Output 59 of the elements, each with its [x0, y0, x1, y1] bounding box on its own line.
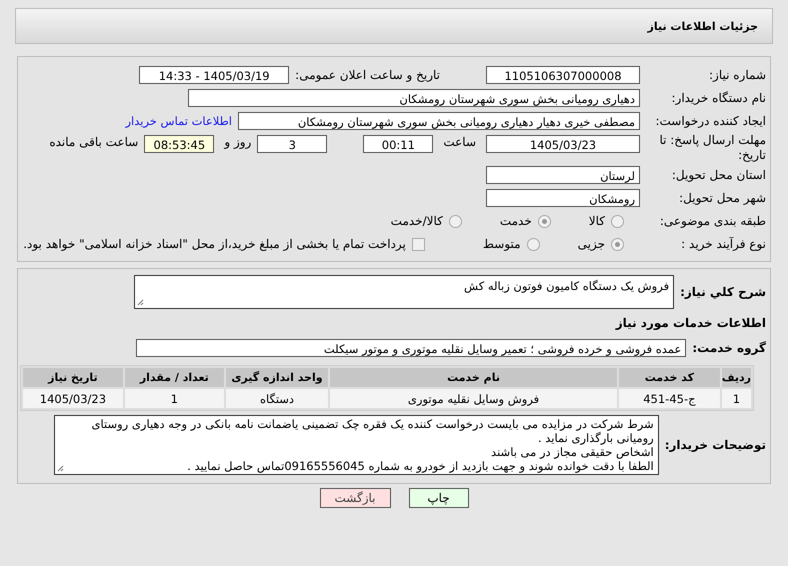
table-cell: 1 [722, 389, 751, 408]
table-cell: 1 [124, 389, 224, 408]
print-button[interactable]: چاپ [408, 488, 468, 508]
radio-label: کالا/خدمت [390, 214, 443, 228]
table-cell: فروش وسایل نقلیه موتوری [330, 389, 617, 408]
radio-label: جزیی [578, 237, 605, 251]
buyer-field: دهیاری رومیانی بخش سوری شهرستان رومشکان [188, 89, 640, 107]
column-header: ردیف [722, 368, 751, 387]
remaining-label: ساعت باقی مانده [49, 135, 138, 149]
requester-field: مصطفی خیری دهیار دهیاری رومیانی بخش سوری شهرستان رومشکان [238, 112, 640, 130]
field-label: شهر محل تحویل: [678, 191, 766, 205]
province-field: لرستان [486, 166, 640, 184]
deadline-date-field: 1405/03/23 [486, 135, 640, 153]
field-label: مهلت ارسال پاسخ: تا تاریخ: [658, 133, 766, 163]
back-button[interactable]: بازگشت [320, 488, 390, 508]
radio-button[interactable] [526, 238, 540, 250]
column-header: تعداد / مقدار [124, 368, 224, 387]
table-cell: 1405/03/23 [23, 389, 123, 408]
announce-date-field: 1405/03/19 - 14:33 [139, 66, 290, 84]
radio-label: متوسط [482, 237, 521, 251]
days-label: روز و [224, 135, 252, 149]
resize-grip-icon[interactable] [137, 299, 144, 306]
need-number-field: 1105106307000008 [486, 66, 640, 84]
radio-label: کالا [588, 214, 605, 228]
column-header: واحد اندازه گیری [226, 368, 328, 387]
remaining-time-field: 08:53:45 [144, 135, 214, 153]
field-label: تاریخ و ساعت اعلان عمومی: [295, 68, 440, 82]
field-label: استان محل تحویل: [670, 168, 766, 182]
field-label: ایجاد کننده درخواست: [654, 114, 766, 128]
buyer-notes-field: شرط شرکت در مزایده می بایست درخواست کننده یک فقره چک تضمینی یاضمانت نامه بانکی در وجه دهیاری روستای رومیانی بارگذاری نماید . اشخاص حقیقی مجاز در می باشند الطفا با دقت خوانده شوند و جهت بازدید از خودرو به شماره 09165556045تماس حاصل نمایید . [54, 415, 659, 475]
contact-link[interactable]: اطلاعات تماس خریدار [125, 114, 232, 128]
field-label: طبقه بندی موضوعی: [658, 214, 766, 228]
table-cell: دستگاه [226, 389, 328, 408]
column-header: تاریخ نیاز [23, 368, 123, 387]
checkbox[interactable] [412, 238, 425, 250]
field-label: شرح کلي نياز: [680, 285, 766, 299]
radio-button[interactable] [611, 238, 624, 250]
field-label: نام دستگاه خریدار: [670, 91, 766, 105]
description-field: فروش یک دستگاه کامیون فوتون زباله کش [134, 275, 674, 309]
column-header: کد خدمت [618, 368, 720, 387]
field-label: نوع فرآیند خرید : [680, 237, 766, 251]
days-field: 3 [257, 135, 328, 153]
field-label: شماره نیاز: [708, 68, 766, 82]
radio-label: خدمت [500, 214, 532, 228]
time-label: ساعت [443, 135, 476, 149]
radio-button[interactable] [611, 214, 624, 228]
city-field: رومشکان [486, 189, 640, 207]
field-label: توضیحات خریدار: [664, 438, 766, 452]
page-title: جزئیات اطلاعات نیاز [15, 8, 773, 44]
service-group-field: عمده فروشی و خرده فروشی ؛ تعمیر وسایل نقلیه موتوری و موتور سیکلت [136, 339, 686, 357]
section-title: اطلاعات خدمات مورد نياز [616, 316, 766, 330]
checkbox-label: پرداخت تمام یا بخشی از مبلغ خرید،از محل "اسناد خزانه اسلامی" خواهد بود. [23, 237, 406, 251]
radio-button[interactable] [538, 214, 551, 228]
field-label: گروه خدمت: [692, 341, 766, 355]
deadline-time-field: 00:11 [363, 135, 434, 153]
column-header: نام خدمت [330, 368, 617, 387]
radio-button[interactable] [448, 214, 462, 228]
resize-grip-icon[interactable] [56, 465, 64, 472]
table-cell: ج-45-451 [618, 389, 720, 408]
